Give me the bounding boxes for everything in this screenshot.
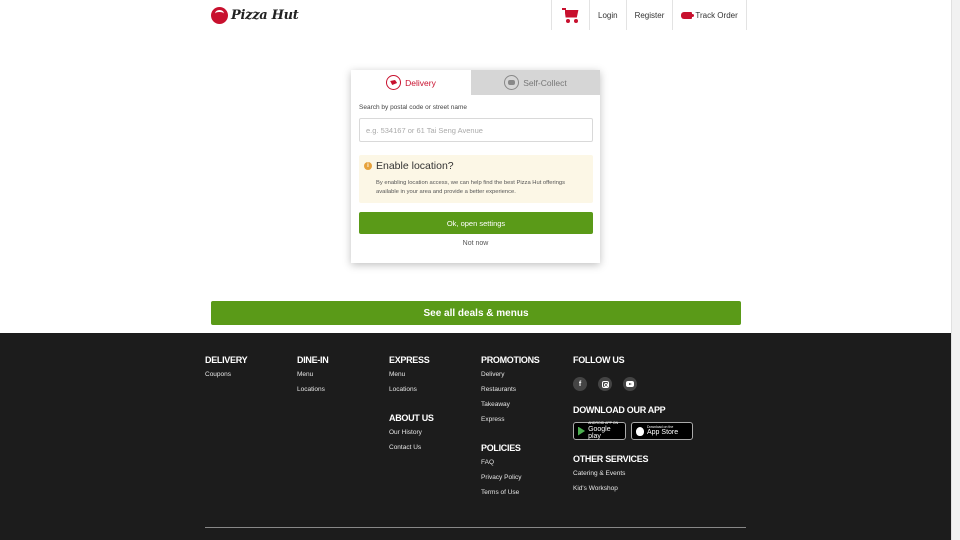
info-icon: i xyxy=(364,162,372,170)
footer-col-about: ABOUT US Our History Contact Us xyxy=(389,413,434,452)
footer-title-dine-in: DINE-IN xyxy=(297,355,329,365)
footer-link-promo-express[interactable]: Express xyxy=(481,416,540,424)
app-store-big-text: App Store xyxy=(647,429,679,437)
footer-link-our-history[interactable]: Our History xyxy=(389,429,434,437)
delivery-icon xyxy=(386,75,402,90)
footer-title-about: ABOUT US xyxy=(389,413,434,423)
facebook-icon[interactable]: f xyxy=(573,377,587,391)
track-order-label: Track Order xyxy=(695,10,738,20)
order-type-tabs: Delivery Self-Collect xyxy=(351,70,600,95)
login-link[interactable]: Login xyxy=(589,0,626,30)
footer-link-express-menu[interactable]: Menu xyxy=(389,371,429,379)
footer-link-express-locations[interactable]: Locations xyxy=(389,386,429,394)
footer-col-dine-in: DINE-IN Menu Locations xyxy=(297,355,329,394)
footer-link-terms-of-use[interactable]: Terms of Use xyxy=(481,489,521,497)
app-store-badges: ANDROID APP ON Google play Download on t… xyxy=(573,422,698,440)
footer-title-promotions: PROMOTIONS xyxy=(481,355,540,365)
cart-button[interactable] xyxy=(551,0,589,30)
pizza-hut-roof-icon xyxy=(211,6,228,24)
youtube-icon[interactable] xyxy=(623,377,637,391)
footer-col-follow: FOLLOW US f xyxy=(573,355,648,391)
footer-link-catering[interactable]: Catering & Events xyxy=(573,470,648,478)
google-play-big-text: Google play xyxy=(588,425,611,440)
footer-col-delivery: DELIVERY Coupons xyxy=(205,355,248,379)
social-links: f xyxy=(573,377,648,391)
app-store-badge[interactable]: Download on the App Store xyxy=(631,422,693,440)
tab-self-collect[interactable]: Self-Collect xyxy=(471,70,600,95)
location-card: Delivery Self-Collect Search by postal c… xyxy=(351,70,600,263)
instagram-icon[interactable] xyxy=(598,377,612,391)
open-settings-button[interactable]: Ok, open settings xyxy=(359,212,593,234)
footer-link-promo-takeaway[interactable]: Takeaway xyxy=(481,401,540,409)
footer-link-contact-us[interactable]: Contact Us xyxy=(389,444,434,452)
footer-title-delivery: DELIVERY xyxy=(205,355,248,365)
notice-body: By enabling location access, we can help… xyxy=(376,180,566,195)
footer-title-follow: FOLLOW US xyxy=(573,355,625,365)
track-order-link[interactable]: Track Order xyxy=(672,0,747,30)
top-nav: Login Register Track Order xyxy=(551,0,747,30)
tab-delivery-label: Delivery xyxy=(405,77,436,88)
site-footer: DELIVERY Coupons DINE-IN Menu Locations … xyxy=(0,333,951,540)
footer-col-promotions: PROMOTIONS Delivery Restaurants Takeaway… xyxy=(481,355,540,424)
search-label: Search by postal code or street name xyxy=(359,104,468,111)
footer-title-other: OTHER SERVICES xyxy=(573,454,649,464)
footer-link-privacy-policy[interactable]: Privacy Policy xyxy=(481,474,521,482)
footer-col-app: DOWNLOAD OUR APP ANDROID APP ON Google p… xyxy=(573,405,698,440)
see-all-deals-button[interactable]: See all deals & menus xyxy=(211,301,741,325)
footer-col-policies: POLICIES FAQ Privacy Policy Terms of Use xyxy=(481,443,521,497)
tab-self-collect-label: Self-Collect xyxy=(523,77,567,88)
not-now-link[interactable]: Not now xyxy=(351,240,600,247)
footer-title-policies: POLICIES xyxy=(481,443,521,453)
cart-icon xyxy=(561,7,580,23)
footer-divider xyxy=(205,527,746,528)
tab-delivery[interactable]: Delivery xyxy=(351,70,471,95)
delivery-scooter-icon xyxy=(681,11,695,19)
address-search-input[interactable] xyxy=(359,118,593,142)
enable-location-notice: i Enable location? By enabling location … xyxy=(359,155,593,203)
register-link[interactable]: Register xyxy=(625,0,673,30)
pizza-hut-logo[interactable]: Pizza Hut xyxy=(211,6,299,24)
footer-link-promo-restaurants[interactable]: Restaurants xyxy=(481,386,540,394)
footer-title-app: DOWNLOAD OUR APP xyxy=(573,405,666,415)
footer-link-faq[interactable]: FAQ xyxy=(481,459,521,467)
google-play-icon xyxy=(578,426,586,436)
footer-col-other: OTHER SERVICES Catering & Events Kid's W… xyxy=(573,454,648,493)
footer-link-kids-workshop[interactable]: Kid's Workshop xyxy=(573,485,648,493)
page-scrollbar[interactable] xyxy=(951,0,960,540)
notice-title: Enable location? xyxy=(376,160,454,172)
google-play-badge[interactable]: ANDROID APP ON Google play xyxy=(573,422,626,440)
apple-icon xyxy=(636,426,644,436)
footer-link-promo-delivery[interactable]: Delivery xyxy=(481,371,540,379)
footer-col-express: EXPRESS Menu Locations xyxy=(389,355,430,394)
footer-title-express: EXPRESS xyxy=(389,355,430,365)
footer-link-coupons[interactable]: Coupons xyxy=(205,371,247,379)
logo-text: Pizza Hut xyxy=(231,7,299,23)
site-header: Pizza Hut Login Register Track Order xyxy=(0,0,951,30)
footer-link-dine-in-menu[interactable]: Menu xyxy=(297,371,328,379)
footer-link-dine-in-locations[interactable]: Locations xyxy=(297,386,328,394)
self-collect-icon xyxy=(504,75,520,90)
